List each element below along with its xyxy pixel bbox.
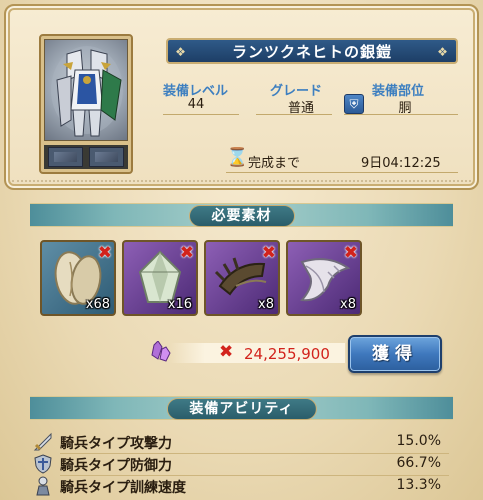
body-armor-slot-icon: ⛨ xyxy=(344,94,364,114)
material-slot[interactable]: ✖ x16 xyxy=(122,240,198,316)
ability-row: 騎兵タイプ訓練速度 13.3% xyxy=(30,475,453,497)
missing-mark-icon: ✖ xyxy=(179,243,194,263)
hourglass-icon: ⌛ xyxy=(226,147,249,168)
knight-icon xyxy=(32,475,54,497)
ability-row: 騎兵タイプ防御力 66.7% xyxy=(30,453,453,476)
armor-icon xyxy=(44,39,128,141)
ability-value: 13.3% xyxy=(396,477,441,493)
material-count: x16 xyxy=(167,297,192,312)
insufficient-mark-icon: ✖ xyxy=(219,342,234,362)
materials-list: ✖ x68 ✖ x16 ✖ x8 ✖ x8 xyxy=(40,240,440,318)
ability-name: 騎兵タイプ訓練速度 xyxy=(60,480,186,496)
equipment-name-banner: ❖ ランツクネヒトの銀鎧 ❖ xyxy=(166,38,458,64)
missing-mark-icon: ✖ xyxy=(343,243,358,263)
gem-slot[interactable] xyxy=(89,147,124,167)
ability-value: 15.0% xyxy=(396,433,441,449)
timer-value: 9日04:12:25 xyxy=(361,156,441,171)
ornament-icon: ❖ xyxy=(175,45,187,59)
material-count: x8 xyxy=(258,297,274,312)
material-slot[interactable]: ✖ x8 xyxy=(286,240,362,316)
sword-icon xyxy=(32,431,54,453)
section-title: 必要素材 xyxy=(188,205,295,227)
equipment-name: ランツクネヒトの銀鎧 xyxy=(231,42,392,61)
shield-icon xyxy=(32,453,54,475)
material-count: x8 xyxy=(340,297,356,312)
ability-value: 66.7% xyxy=(396,455,441,471)
crystal-currency-icon xyxy=(151,341,171,362)
equipment-crafting-screen: ❖ ランツクネヒトの銀鎧 ❖ 装備レベル 44 グレード 普通 装備部位 ⛨ 胴… xyxy=(0,0,483,500)
divider xyxy=(163,114,239,115)
missing-mark-icon: ✖ xyxy=(97,243,112,263)
section-title: 装備アビリティ xyxy=(166,398,317,420)
missing-mark-icon: ✖ xyxy=(261,243,276,263)
divider xyxy=(256,114,332,115)
materials-section-header: 必要素材 xyxy=(30,203,453,227)
ability-name: 騎兵タイプ防御力 xyxy=(60,458,172,474)
divider xyxy=(226,172,458,173)
acquire-button[interactable]: 獲得 xyxy=(348,335,442,373)
ability-name: 騎兵タイプ攻撃力 xyxy=(60,436,172,452)
divider xyxy=(344,114,458,115)
stat-value-level: 44 xyxy=(187,97,205,112)
material-slot[interactable]: ✖ x68 xyxy=(40,240,116,316)
material-count: x68 xyxy=(85,297,110,312)
ability-row: 騎兵タイプ攻撃力 15.0% xyxy=(30,431,453,454)
gem-slot[interactable] xyxy=(48,147,83,167)
cost-value: 24,255,900 xyxy=(244,345,330,363)
equipment-info-panel: ❖ ランツクネヒトの銀鎧 ❖ 装備レベル 44 グレード 普通 装備部位 ⛨ 胴… xyxy=(4,4,479,190)
equipment-slots xyxy=(44,145,128,169)
timer-label: 完成まで xyxy=(248,156,301,171)
ornament-icon: ❖ xyxy=(437,45,449,59)
material-slot[interactable]: ✖ x8 xyxy=(204,240,280,316)
ability-section-header: 装備アビリティ xyxy=(30,396,453,420)
equipment-portrait[interactable] xyxy=(39,34,133,174)
